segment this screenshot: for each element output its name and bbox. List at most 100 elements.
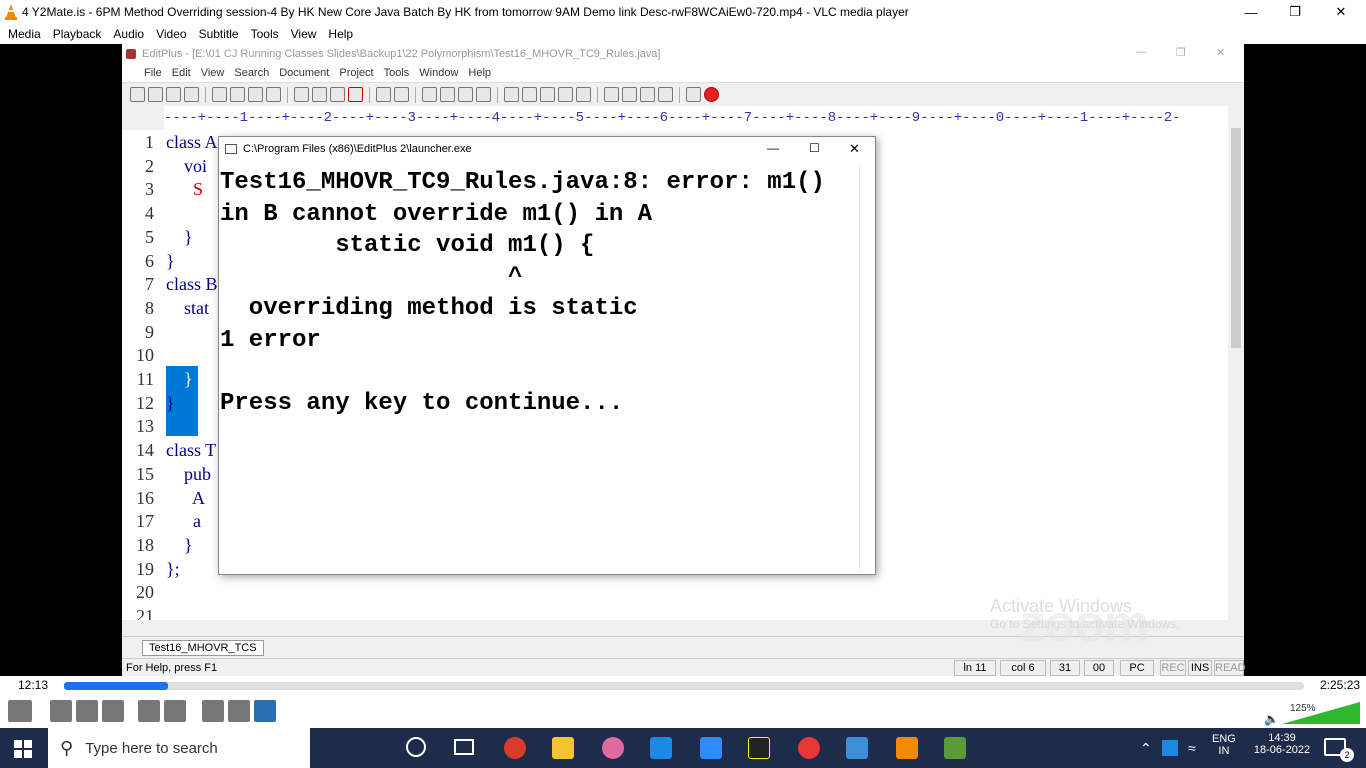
print-preview-icon[interactable] (212, 87, 227, 102)
code-line: } (166, 534, 193, 555)
console-line: static void m1() { (220, 232, 595, 259)
console-maximize-button[interactable]: ☐ (809, 141, 820, 155)
ep-menu-view[interactable]: View (201, 67, 225, 79)
taskbar-search-box[interactable]: ⚲ Type here to search (48, 728, 310, 768)
line-number-icon[interactable] (558, 87, 573, 102)
menu-media[interactable]: Media (8, 27, 41, 41)
vlc-window-title: 4 Y2Mate.is - 6PM Method Overriding sess… (22, 5, 909, 19)
stop-button[interactable] (76, 700, 98, 722)
language-indicator[interactable]: ENG IN (1212, 733, 1236, 757)
menu-tools[interactable]: Tools (251, 27, 279, 41)
console-minimize-button[interactable]: — (767, 141, 779, 155)
ep-close-button[interactable]: ✕ (1216, 46, 1225, 59)
ep-menu-help[interactable]: Help (468, 67, 491, 79)
save-icon[interactable] (166, 87, 181, 102)
browser-icon[interactable] (266, 87, 281, 102)
paste-icon[interactable] (330, 87, 345, 102)
editplus-taskbar-icon[interactable] (944, 737, 966, 759)
close-button[interactable]: ✕ (1318, 0, 1364, 24)
photos-icon[interactable] (846, 737, 868, 759)
editplus-title: EditPlus - [E:\01 CJ Running Classes Sli… (142, 48, 661, 60)
speaker-icon[interactable]: 🔈 (1264, 712, 1279, 726)
ep-menu-document[interactable]: Document (279, 67, 329, 79)
open-folder-icon[interactable] (148, 87, 163, 102)
elapsed-time: 12:13 (18, 678, 49, 692)
fullscreen-icon[interactable] (640, 87, 655, 102)
ep-menu-window[interactable]: Window (419, 67, 458, 79)
menu-help[interactable]: Help (328, 27, 353, 41)
seek-bar[interactable] (64, 682, 1304, 690)
code-line: class A (166, 132, 218, 152)
window-tile-icon[interactable] (604, 87, 619, 102)
task-view-icon[interactable] (454, 739, 474, 755)
ep-minimize-button[interactable]: — (1136, 46, 1147, 58)
scrollbar-thumb[interactable] (1231, 128, 1241, 348)
ep-menu-file[interactable]: File (144, 67, 162, 79)
help-icon[interactable] (686, 87, 701, 102)
chrome-icon[interactable] (504, 737, 526, 759)
menu-view[interactable]: View (291, 27, 317, 41)
tray-app-icon[interactable] (1162, 740, 1178, 756)
minimize-button[interactable]: — (1228, 0, 1274, 24)
ruler-icon[interactable] (540, 87, 555, 102)
ep-restore-button[interactable]: ❐ (1176, 46, 1186, 59)
word-wrap-icon[interactable] (522, 87, 537, 102)
maximize-button[interactable]: ❐ (1272, 0, 1318, 24)
sticky-notes-icon[interactable] (748, 737, 770, 759)
code-line: A (166, 487, 206, 508)
document-tab[interactable]: Test16_MHOVR_TCS (142, 639, 264, 656)
menu-subtitle[interactable]: Subtitle (199, 27, 239, 41)
tray-chevron-icon[interactable]: ⌃ (1140, 740, 1152, 757)
goto-icon[interactable] (476, 87, 491, 102)
undo-icon[interactable] (376, 87, 391, 102)
toolbar-separator (679, 86, 680, 103)
zoom-app-icon[interactable] (700, 737, 722, 759)
find-icon[interactable] (422, 87, 437, 102)
stop-icon[interactable] (704, 87, 719, 102)
ep-menu-tools[interactable]: Tools (384, 67, 410, 79)
recorder-icon[interactable] (798, 737, 820, 759)
copy-icon[interactable] (312, 87, 327, 102)
menu-video[interactable]: Video (156, 27, 186, 41)
settings-icon[interactable] (576, 87, 591, 102)
font-icon[interactable] (504, 87, 519, 102)
shuffle-button[interactable] (254, 700, 276, 722)
ep-menu-search[interactable]: Search (234, 67, 269, 79)
delete-icon[interactable] (348, 87, 363, 102)
vlc-taskbar-icon[interactable] (896, 737, 918, 759)
snipping-tool-icon[interactable] (602, 737, 624, 759)
previous-button[interactable] (50, 700, 72, 722)
save-all-icon[interactable] (184, 87, 199, 102)
console-scrollbar[interactable] (859, 165, 875, 573)
editor-vertical-scrollbar[interactable] (1228, 106, 1244, 620)
network-icon[interactable]: ≈ (1188, 740, 1196, 756)
extended-settings-button[interactable] (164, 700, 186, 722)
window-cascade-icon[interactable] (622, 87, 637, 102)
pause-button[interactable] (8, 700, 32, 722)
print-icon[interactable] (230, 87, 245, 102)
ep-menu-project[interactable]: Project (339, 67, 373, 79)
cortana-icon[interactable] (406, 737, 426, 757)
replace-icon[interactable] (440, 87, 455, 102)
fullscreen-button[interactable] (138, 700, 160, 722)
menu-playback[interactable]: Playback (53, 27, 102, 41)
loop-button[interactable] (228, 700, 250, 722)
spellcheck-icon[interactable] (248, 87, 263, 102)
new-file-icon[interactable] (130, 87, 145, 102)
console-window[interactable]: C:\Program Files (x86)\EditPlus 2\launch… (218, 136, 876, 575)
file-explorer-icon[interactable] (552, 737, 574, 759)
next-button[interactable] (102, 700, 124, 722)
editplus-app-icon (126, 49, 136, 59)
console-close-button[interactable]: ✕ (849, 141, 860, 157)
find-in-files-icon[interactable] (458, 87, 473, 102)
store-icon[interactable] (650, 737, 672, 759)
cut-icon[interactable] (294, 87, 309, 102)
menu-audio[interactable]: Audio (113, 27, 144, 41)
playlist-button[interactable] (202, 700, 224, 722)
ep-menu-edit[interactable]: Edit (172, 67, 191, 79)
window-list-icon[interactable] (658, 87, 673, 102)
line-number-gutter: 1 2 3 4 5 6 7 8 9 10 11 12 13 14 15 16 17 18 19 20 21 (122, 130, 160, 626)
windows-start-icon[interactable] (14, 740, 32, 758)
clock[interactable]: 14:39 18-06-2022 (1250, 732, 1314, 756)
redo-icon[interactable] (394, 87, 409, 102)
